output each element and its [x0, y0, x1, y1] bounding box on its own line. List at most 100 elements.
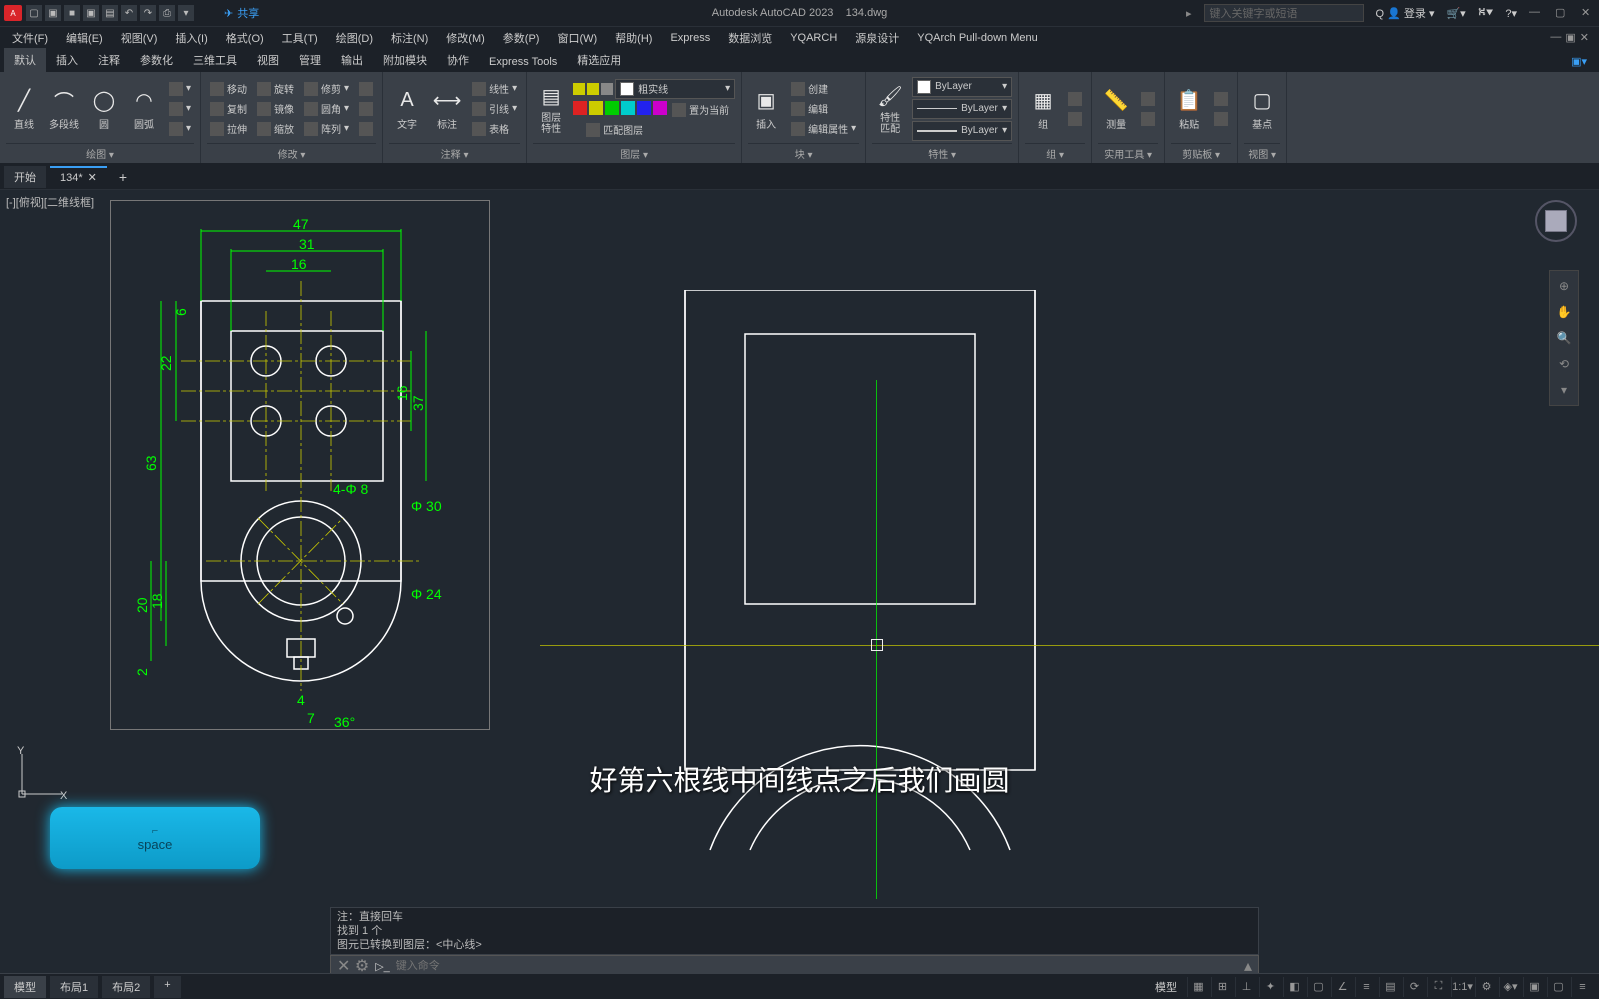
- menu-view[interactable]: 视图(V): [113, 28, 166, 48]
- ribbon-tab-manage[interactable]: 管理: [289, 48, 331, 72]
- leader-button[interactable]: 引线▾: [469, 100, 520, 118]
- nav-pan-icon[interactable]: ✋: [1553, 301, 1575, 323]
- layer-props-button[interactable]: ▤图层 特性: [533, 81, 569, 137]
- layer-lock-icon[interactable]: [601, 83, 613, 95]
- nav-orbit-icon[interactable]: ⟲: [1553, 353, 1575, 375]
- linetype-dropdown[interactable]: ByLayer▾: [912, 99, 1012, 119]
- panel-modify-label[interactable]: 修改 ▾: [207, 143, 376, 163]
- qat-open-icon[interactable]: ▣: [45, 5, 61, 21]
- ribbon-tab-addin[interactable]: 附加模块: [373, 48, 437, 72]
- view-cube[interactable]: [1535, 200, 1577, 242]
- mod-icon-3[interactable]: [356, 120, 376, 138]
- status-model-label[interactable]: 模型: [1147, 979, 1185, 995]
- status-scale-icon[interactable]: 1:1▾: [1451, 977, 1473, 997]
- menu-data[interactable]: 数据浏览: [720, 28, 780, 48]
- tab-file[interactable]: 134*✕: [50, 166, 107, 187]
- color-green-icon[interactable]: [605, 101, 619, 115]
- current-layer-dropdown[interactable]: 粗实线▾: [615, 79, 735, 99]
- ribbon-tab-view[interactable]: 视图: [247, 48, 289, 72]
- apps-icon[interactable]: ⛕▾: [1478, 6, 1494, 20]
- menu-insert[interactable]: 插入(I): [167, 28, 215, 48]
- dim-button[interactable]: ⟷标注: [429, 81, 465, 137]
- draw-more-2[interactable]: ▾: [166, 100, 194, 118]
- status-lw-icon[interactable]: ≡: [1355, 977, 1377, 997]
- draw-more-3[interactable]: ▾: [166, 120, 194, 138]
- ribbon-tab-express[interactable]: Express Tools: [479, 52, 567, 72]
- polyline-button[interactable]: ⌒多段线: [46, 81, 82, 137]
- block-create-button[interactable]: 创建: [788, 80, 859, 98]
- menu-edit[interactable]: 编辑(E): [58, 28, 111, 48]
- panel-group-label[interactable]: 组 ▾: [1025, 143, 1085, 163]
- status-custom-icon[interactable]: ≡: [1571, 977, 1593, 997]
- doc-minimize-icon[interactable]: —: [1550, 31, 1561, 44]
- status-iso-icon[interactable]: ◧: [1283, 977, 1305, 997]
- ribbon-tab-default[interactable]: 默认: [4, 48, 46, 72]
- share-button[interactable]: ✈ 共享: [224, 5, 259, 21]
- util-i2[interactable]: [1138, 110, 1158, 128]
- close-icon[interactable]: ✕: [1581, 6, 1595, 20]
- group-button[interactable]: ▦组: [1025, 81, 1061, 137]
- color-cyan-icon[interactable]: [621, 101, 635, 115]
- ribbon-tab-featured[interactable]: 精选应用: [567, 48, 631, 72]
- color-blue-icon[interactable]: [637, 101, 651, 115]
- stretch-button[interactable]: 拉伸: [207, 120, 250, 138]
- table-button[interactable]: 表格: [469, 120, 520, 138]
- menu-yq3[interactable]: YQArch Pull-down Menu: [909, 30, 1045, 46]
- nav-full-icon[interactable]: ⊕: [1553, 275, 1575, 297]
- status-grid-icon[interactable]: ▦: [1187, 977, 1209, 997]
- trim-button[interactable]: 修剪▾: [301, 80, 352, 98]
- qat-more-icon[interactable]: ▾: [178, 5, 194, 21]
- color-mag-icon[interactable]: [653, 101, 667, 115]
- menu-file[interactable]: 文件(F): [4, 28, 56, 48]
- nav-zoom-icon[interactable]: 🔍: [1553, 327, 1575, 349]
- qat-undo-icon[interactable]: ↶: [121, 5, 137, 21]
- status-cycle-icon[interactable]: ⟳: [1403, 977, 1425, 997]
- block-edit-button[interactable]: 编辑: [788, 100, 859, 118]
- ribbon-tab-3d[interactable]: 三维工具: [183, 48, 247, 72]
- layer-freeze-icon[interactable]: [587, 83, 599, 95]
- layout-tab-1[interactable]: 布局1: [50, 976, 98, 998]
- maximize-icon[interactable]: ▢: [1555, 6, 1569, 20]
- paste-button[interactable]: 📋粘贴: [1171, 81, 1207, 137]
- menu-yq2[interactable]: 源泉设计: [847, 28, 907, 48]
- scale-button[interactable]: 缩放: [254, 120, 297, 138]
- help-icon[interactable]: ?▾: [1505, 7, 1517, 20]
- make-current-button[interactable]: 置为当前: [669, 101, 732, 119]
- menu-format[interactable]: 格式(O): [218, 28, 272, 48]
- search-input[interactable]: 键入关键字或短语: [1204, 4, 1364, 22]
- qat-save-icon[interactable]: ■: [64, 5, 80, 21]
- menu-modify[interactable]: 修改(M): [438, 28, 493, 48]
- qat-saveas-icon[interactable]: ▣: [83, 5, 99, 21]
- mirror-button[interactable]: 镜像: [254, 100, 297, 118]
- tab-add-button[interactable]: +: [111, 169, 135, 185]
- qat-redo-icon[interactable]: ↷: [140, 5, 156, 21]
- match-layer-button[interactable]: 匹配图层: [583, 121, 646, 139]
- status-clean-icon[interactable]: ▢: [1547, 977, 1569, 997]
- panel-block-label[interactable]: 块 ▾: [748, 143, 859, 163]
- array-button[interactable]: 阵列▾: [301, 120, 352, 138]
- color-yellow-icon[interactable]: [589, 101, 603, 115]
- ribbon-tab-annotate[interactable]: 注释: [88, 48, 130, 72]
- layout-tab-2[interactable]: 布局2: [102, 976, 150, 998]
- menu-dim[interactable]: 标注(N): [383, 28, 436, 48]
- panel-util-label[interactable]: 实用工具 ▾: [1098, 143, 1158, 163]
- menu-tools[interactable]: 工具(T): [274, 28, 326, 48]
- insert-button[interactable]: ▣插入: [748, 81, 784, 137]
- doc-restore-icon[interactable]: ▣: [1565, 31, 1575, 44]
- mod-icon-1[interactable]: [356, 80, 376, 98]
- measure-button[interactable]: 📏测量: [1098, 81, 1134, 137]
- status-ortho-icon[interactable]: ⊥: [1235, 977, 1257, 997]
- match-props-button[interactable]: 🖌特性 匹配: [872, 81, 908, 137]
- menu-draw[interactable]: 绘图(D): [328, 28, 381, 48]
- status-monitor-icon[interactable]: ▣: [1523, 977, 1545, 997]
- status-ws-icon[interactable]: ◈▾: [1499, 977, 1521, 997]
- ribbon-tab-insert[interactable]: 插入: [46, 48, 88, 72]
- status-trans-icon[interactable]: ▤: [1379, 977, 1401, 997]
- cart-icon[interactable]: 🛒▾: [1446, 7, 1465, 20]
- color-red-icon[interactable]: [573, 101, 587, 115]
- status-osnap-icon[interactable]: ▢: [1307, 977, 1329, 997]
- text-button[interactable]: A文字: [389, 81, 425, 137]
- qat-plot-icon[interactable]: ▤: [102, 5, 118, 21]
- qat-print-icon[interactable]: ⎙: [159, 5, 175, 21]
- minimize-icon[interactable]: —: [1529, 6, 1543, 20]
